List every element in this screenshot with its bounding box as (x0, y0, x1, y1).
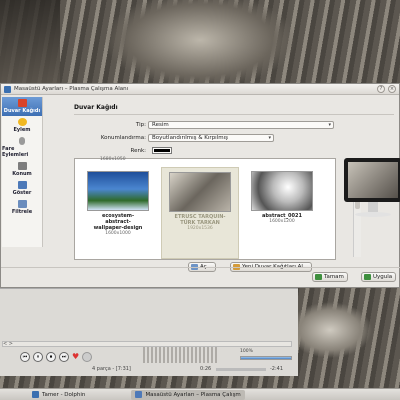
time-elapsed: 0:26 (200, 366, 212, 372)
disc-icon[interactable] (82, 352, 93, 362)
monitor-stand (368, 202, 378, 212)
ok-button-label: Tamam (324, 274, 344, 280)
sidebar-item-filter[interactable]: Filtrele (2, 198, 42, 217)
wallpaper-preview-image (169, 172, 231, 212)
wallpaper-size: 1920x1536 (187, 226, 213, 231)
sidebar-item-label: Göster (12, 190, 32, 196)
wallpaper-gallery: 1680x1050 ecosystem- abstract- wallpaper… (74, 157, 361, 260)
wallpaper-size: 1600x1200 (269, 219, 295, 224)
wallpaper-icon (17, 99, 27, 107)
ok-button[interactable]: Tamam (312, 272, 348, 282)
stop-icon[interactable]: ⏹ (46, 352, 56, 362)
close-button[interactable]: × (388, 85, 396, 93)
divider (74, 114, 394, 115)
sidebar-item-label: Duvar Kağıdı (3, 108, 41, 114)
positioning-label: Konumlandırma: (100, 135, 146, 141)
sidebar-item-action[interactable]: Eylem (2, 116, 42, 135)
color-label: Renk: (130, 148, 146, 154)
plasma-icon (4, 85, 11, 93)
action-icon (17, 118, 27, 126)
taskbar-item-dolphin[interactable]: Tamer - Dolphin (28, 390, 89, 400)
sidebar-item-wallpaper[interactable]: Duvar Kağıdı (2, 97, 42, 116)
wallpaper-thumbnail[interactable]: abstract_0021 1600x1200 (243, 167, 321, 259)
sidebar-item-display[interactable]: Göster (2, 179, 42, 198)
time-remaining: -2:41 (270, 366, 284, 372)
wallpaper-thumbnail-selected[interactable]: ETRUSC TARQUIN- TÜRK TARKAN 1920x1536 (161, 167, 239, 259)
mouse-icon (19, 137, 25, 145)
wallpaper-thumbnail[interactable]: ecosystem- abstract- wallpaper-design 16… (79, 167, 157, 259)
next-track-icon[interactable]: ⏭ (59, 352, 69, 362)
window-title: Masaüstü Ayarları – Plasma Çalışma Alanı (14, 86, 129, 92)
sidebar-item-label: Eylem (13, 127, 31, 133)
taskbar: Tamer - Dolphin Masaüstü Ayarları – Plas… (0, 388, 400, 400)
type-select[interactable]: Resim ▾ (148, 121, 334, 129)
pause-icon[interactable]: ⏸ (33, 352, 43, 362)
wallpaper-preview-image (87, 171, 149, 211)
volume-label: 100% (240, 349, 253, 354)
chevron-down-icon: ▾ (268, 135, 271, 141)
sidebar-item-label: Filtrele (11, 209, 33, 215)
display-icon (17, 181, 27, 189)
wallpaper-preview-image (251, 171, 313, 211)
desktop-settings-dialog: Masaüstü Ayarları – Plasma Çalışma Alanı… (0, 83, 400, 288)
settings-sidebar: Duvar Kağıdı Eylem Fare Eylemleri Konum … (2, 97, 43, 247)
plasma-icon (135, 391, 143, 398)
preview-screen (348, 162, 398, 198)
monitor-base (355, 212, 391, 217)
track-info: 4 parça - [7:31] (92, 366, 131, 372)
wallpaper-shadow (0, 0, 60, 85)
divider (1, 267, 400, 268)
chevron-down-icon: ▾ (328, 122, 331, 128)
filter-icon (17, 200, 27, 208)
monitor-icon (344, 158, 400, 202)
wallpaper-settings-panel: Duvar Kağıdı Tip: Resim ▾ Konumlandırma:… (48, 98, 400, 272)
checkmark-icon (364, 274, 371, 280)
wallpaper-size: 1600x1000 (105, 231, 131, 236)
media-player-window: < > ⏮ ⏸ ⏹ ⏭ ♥ 100% 4 parça - [7:31] 0:26… (0, 288, 298, 376)
dolphin-icon (32, 391, 39, 398)
help-button[interactable]: ? (377, 85, 385, 93)
positioning-value: Boyutlandırılmış & Kırpılmış (152, 135, 228, 141)
location-icon (17, 162, 27, 170)
type-value: Resim (152, 122, 169, 128)
volume-fill (241, 357, 291, 359)
sidebar-item-label: Konum (12, 171, 32, 177)
positioning-select[interactable]: Boyutlandırılmış & Kırpılmış ▾ (148, 134, 274, 142)
apply-button-label: Uygula (373, 274, 393, 280)
apply-button[interactable]: Uygula (361, 272, 397, 282)
type-label: Tip: (135, 122, 146, 128)
scroll-arrows-icon: < > (3, 341, 13, 347)
sidebar-item-mouse-actions[interactable]: Fare Eylemleri (2, 135, 42, 160)
taskbar-item-desktop-settings[interactable]: Masaüstü Ayarları – Plasma Çalışm (131, 389, 245, 400)
monitor-preview (344, 158, 400, 224)
volume-slider[interactable] (240, 356, 292, 360)
sidebar-item-location[interactable]: Konum (2, 160, 42, 179)
taskbar-item-label: Tamer - Dolphin (42, 391, 86, 398)
dialog-titlebar[interactable]: Masaüstü Ayarları – Plasma Çalışma Alanı… (1, 84, 399, 95)
page-title: Duvar Kağıdı (74, 104, 118, 111)
resolution-label: 1680x1050 (100, 157, 126, 162)
equalizer-visual (143, 347, 218, 363)
color-swatch (154, 149, 170, 152)
sidebar-item-label: Fare Eylemleri (2, 146, 29, 158)
color-picker-button[interactable] (152, 147, 172, 154)
progress-slider[interactable] (216, 368, 266, 371)
playback-controls: ⏮ ⏸ ⏹ ⏭ ♥ (20, 352, 93, 362)
previous-track-icon[interactable]: ⏮ (20, 352, 30, 362)
taskbar-item-label: Masaüstü Ayarları – Plasma Çalışm (145, 391, 241, 398)
checkmark-icon (315, 274, 322, 280)
heart-icon[interactable]: ♥ (72, 353, 79, 361)
